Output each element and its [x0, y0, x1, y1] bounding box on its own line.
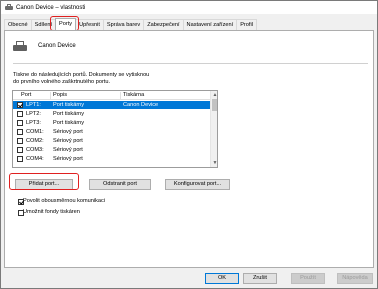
port-description: Sériový port	[53, 129, 83, 135]
port-name: LPT1:	[26, 102, 41, 108]
ports-tab-page: Canon Device Tiskne do následujících por…	[4, 30, 374, 268]
window-title: Canon Device – vlastnosti	[16, 4, 86, 11]
bidirectional-option[interactable]: Povolit obousměrnou komunikaci	[14, 198, 106, 205]
tab-device-settings[interactable]: Nastavení zařízení	[182, 19, 238, 30]
tab-color-management[interactable]: Správa barev	[102, 19, 145, 30]
port-checkbox[interactable]	[17, 147, 23, 153]
port-printer: Canon Device	[123, 102, 159, 108]
bidirectional-label: Povolit obousměrnou komunikaci	[23, 198, 106, 204]
port-name: COM4:	[26, 156, 44, 162]
configure-port-button[interactable]: Konfigurovat port...	[165, 179, 230, 190]
port-list-header: Port Popis Tiskárna	[13, 91, 210, 100]
port-row-com1[interactable]: COM1: Sériový port	[13, 128, 210, 136]
delete-port-button[interactable]: Odstranit port	[89, 179, 151, 190]
properties-dialog: Canon Device – vlastnosti Obecné Sdílení…	[0, 0, 378, 289]
port-description: Port tiskárny	[53, 111, 85, 117]
help-button[interactable]: Nápověda	[337, 273, 373, 284]
port-name: COM2:	[26, 138, 44, 144]
divider	[13, 63, 368, 64]
scroll-down-icon[interactable]: ▼	[212, 160, 217, 166]
port-row-lpt1[interactable]: LPT1: Port tiskárny Canon Device	[13, 101, 210, 109]
port-checkbox[interactable]	[17, 120, 23, 126]
port-name: LPT2:	[26, 111, 41, 117]
tab-strip: Obecné Sdílení Porty Upřesnit Správa bar…	[4, 18, 257, 30]
port-list[interactable]: Port Popis Tiskárna LPT1: Port tiskárny …	[12, 90, 218, 168]
cancel-button[interactable]: Zrušit	[243, 273, 277, 284]
port-row-lpt3[interactable]: LPT3: Port tiskárny	[13, 119, 210, 127]
port-name: COM3:	[26, 147, 44, 153]
port-description: Port tiskárny	[53, 102, 85, 108]
pooling-option[interactable]: Umožnit fondy tiskáren	[14, 209, 80, 216]
scroll-up-icon[interactable]: ▲	[212, 92, 217, 98]
printer-app-icon	[5, 4, 13, 11]
column-printer[interactable]: Tiskárna	[123, 92, 144, 98]
device-row: Canon Device	[13, 41, 76, 51]
apply-button[interactable]: Použít	[291, 273, 325, 284]
device-name: Canon Device	[38, 43, 76, 49]
port-description: Port tiskárny	[53, 120, 85, 126]
port-name: LPT3:	[26, 120, 41, 126]
port-checkbox[interactable]	[17, 111, 23, 117]
ports-description: Tiskne do následujících portů. Dokumenty…	[13, 72, 150, 85]
tab-profile[interactable]: Profil	[236, 19, 257, 30]
port-description: Sériový port	[53, 147, 83, 153]
printer-icon	[13, 41, 27, 51]
ok-button[interactable]: OK	[205, 273, 239, 284]
add-port-highlight	[9, 173, 79, 190]
column-description[interactable]: Popis	[53, 92, 67, 98]
port-name: COM1:	[26, 129, 44, 135]
tab-ports[interactable]: Porty	[55, 18, 77, 30]
port-row-com4[interactable]: COM4: Sériový port	[13, 155, 210, 163]
port-checkbox[interactable]	[17, 129, 23, 135]
port-checkbox[interactable]	[17, 102, 23, 108]
bidirectional-checkbox[interactable]	[18, 199, 24, 205]
title-bar: Canon Device – vlastnosti	[1, 1, 377, 14]
tab-general[interactable]: Obecné	[4, 19, 32, 30]
tab-advanced[interactable]: Upřesnit	[75, 19, 104, 30]
port-row-com3[interactable]: COM3: Sériový port	[13, 146, 210, 154]
pooling-label: Umožnit fondy tiskáren	[23, 209, 80, 215]
tab-security[interactable]: Zabezpečení	[143, 19, 184, 30]
port-description: Sériový port	[53, 138, 83, 144]
port-checkbox[interactable]	[17, 138, 23, 144]
port-row-lpt2[interactable]: LPT2: Port tiskárny	[13, 110, 210, 118]
port-row-com2[interactable]: COM2: Sériový port	[13, 137, 210, 145]
port-list-scrollbar[interactable]: ▲ ▼	[210, 91, 217, 167]
column-port[interactable]: Port	[21, 92, 31, 98]
pooling-checkbox[interactable]	[18, 210, 24, 216]
port-description: Sériový port	[53, 156, 83, 162]
port-checkbox[interactable]	[17, 156, 23, 162]
scrollbar-thumb[interactable]	[212, 99, 217, 111]
